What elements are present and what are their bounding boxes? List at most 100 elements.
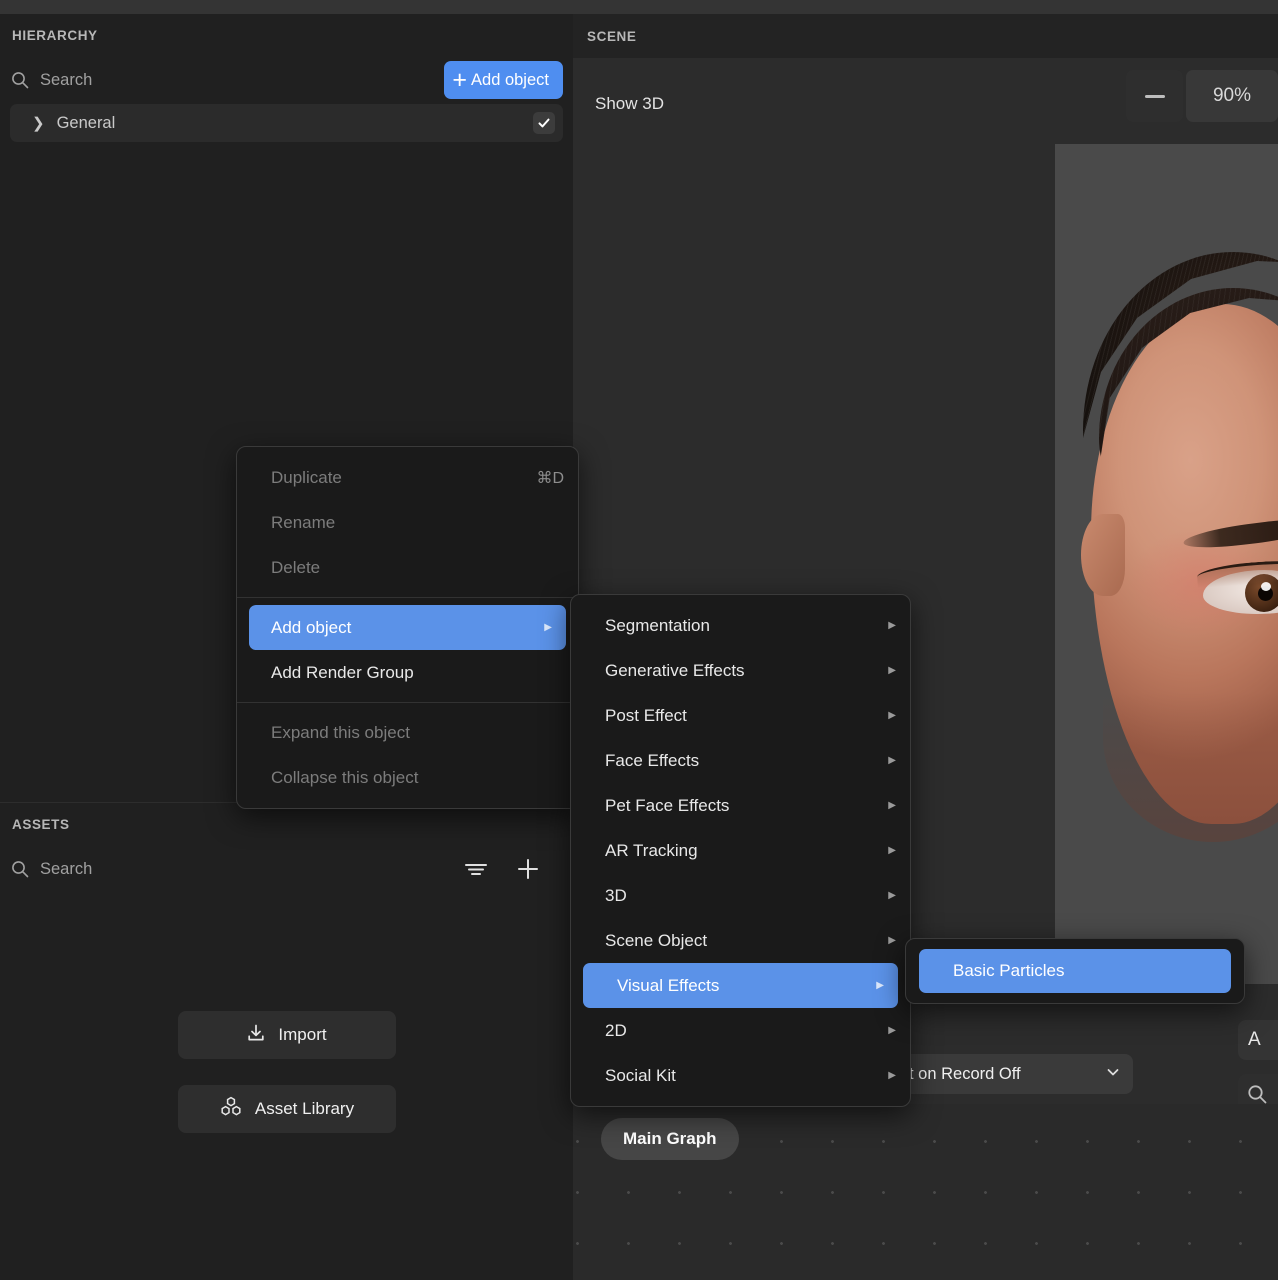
menu-item-label: 2D [605,1020,627,1040]
assets-panel-header: ASSETS [0,803,573,845]
chevron-right-icon: ▶ [888,1069,896,1081]
zoom-controls: 90% [1126,70,1278,122]
hierarchy-context-menu: Duplicate ⌘D Rename Delete Add object ▶ … [236,446,579,809]
download-icon [246,1023,266,1048]
chevron-right-icon: ▶ [888,1024,896,1036]
show-3d-toggle[interactable]: Show 3D [595,94,664,114]
chevron-right-icon: ▶ [544,621,552,633]
plus-icon: + [452,65,468,94]
main-graph-chip[interactable]: Main Graph [601,1118,739,1160]
zoom-level-value[interactable]: 90% [1186,70,1278,122]
asset-library-icon [219,1096,243,1123]
submenu-item-face-effects[interactable]: Face Effects ▶ [571,738,910,783]
menu-item-label: Collapse this object [271,767,419,787]
chevron-right-icon: ▶ [888,619,896,631]
chevron-right-icon: ▶ [888,889,896,901]
submenu-item-scene-object[interactable]: Scene Object ▶ [571,918,910,963]
right-partial-label: A [1248,1029,1261,1050]
submenu-item-social-kit[interactable]: Social Kit ▶ [571,1053,910,1098]
chevron-right-icon: ▶ [876,979,884,991]
menu-item-rename[interactable]: Rename [237,500,578,545]
visual-effects-submenu: Basic Particles [905,938,1245,1004]
menu-separator [237,702,578,703]
search-icon [10,70,30,90]
chevron-right-icon: ▶ [888,664,896,676]
add-object-submenu: Segmentation ▶ Generative Effects ▶ Post… [570,594,911,1107]
preview-canvas[interactable] [1055,144,1278,984]
submenu-item-generative-effects[interactable]: Generative Effects ▶ [571,648,910,693]
menu-item-collapse-this-object[interactable]: Collapse this object [237,755,578,800]
import-button[interactable]: Import [177,1011,396,1059]
menu-item-label: Face Effects [605,750,700,770]
face-preview-image [1081,252,1278,852]
menu-item-add-object[interactable]: Add object ▶ [249,605,566,650]
minus-icon [1144,94,1165,98]
assets-toolbar [463,856,563,882]
menu-item-label: Basic Particles [953,961,1065,980]
menu-item-label: Visual Effects [617,975,720,995]
right-partial-button[interactable]: A [1238,1020,1278,1060]
assets-panel-title: ASSETS [12,816,70,832]
scene-panel-header: SCENE [573,14,1278,58]
jaw-shading [1103,692,1278,842]
asset-library-button-label: Asset Library [254,1099,355,1118]
menu-item-label: Generative Effects [605,660,745,680]
submenu-item-ar-tracking[interactable]: AR Tracking ▶ [571,828,910,873]
record-mode-dropdown[interactable]: t on Record Off [895,1054,1133,1094]
hierarchy-panel-title: HIERARCHY [12,27,98,43]
assets-empty-actions: Import Asset Library [0,1011,573,1133]
submenu-item-visual-effects[interactable]: Visual Effects ▶ [583,963,898,1008]
hierarchy-search-row: Search + Add object [0,56,573,104]
menu-item-label: Add object [271,617,352,637]
menu-item-label: Duplicate [271,467,342,487]
assets-panel: ASSETS Search Import Asset Library [0,802,573,1280]
main-graph-chip-label: Main Graph [623,1129,717,1148]
menu-item-label: 3D [605,885,627,905]
menu-item-label: Scene Object [605,930,708,950]
record-mode-value: t on Record Off [909,1064,1021,1083]
menu-separator [237,597,578,598]
import-button-label: Import [278,1025,327,1044]
filter-icon[interactable] [463,856,489,882]
ear-shape [1081,514,1125,596]
menu-item-label: Expand this object [271,722,410,742]
hierarchy-item-general[interactable]: ❯ General [10,104,563,142]
submenu-item-segmentation[interactable]: Segmentation ▶ [571,603,910,648]
add-asset-icon[interactable] [515,856,541,882]
hierarchy-tree: ❯ General [0,104,573,142]
menu-item-label: Post Effect [605,705,687,725]
menu-item-add-render-group[interactable]: Add Render Group [237,650,578,695]
chevron-right-icon: ▶ [888,754,896,766]
node-graph-canvas[interactable]: Main Graph [573,1104,1278,1280]
submenu-item-basic-particles[interactable]: Basic Particles [919,949,1231,993]
assets-body: Import Asset Library [0,893,573,1233]
zoom-out-button[interactable] [1126,70,1183,122]
chevron-right-icon[interactable]: ❯ [32,116,45,131]
add-object-button[interactable]: + Add object [444,61,563,99]
chevron-right-icon: ▶ [888,844,896,856]
menu-item-label: Rename [271,512,336,532]
hierarchy-item-label: General [56,113,116,132]
submenu-item-post-effect[interactable]: Post Effect ▶ [571,693,910,738]
asset-library-button[interactable]: Asset Library [177,1085,396,1133]
menu-item-delete[interactable]: Delete [237,545,578,590]
menu-item-label: Segmentation [605,615,710,635]
visibility-checkbox[interactable] [533,112,555,134]
menu-item-label: Add Render Group [271,662,414,682]
menu-item-label: Pet Face Effects [605,795,730,815]
submenu-item-pet-face-effects[interactable]: Pet Face Effects ▶ [571,783,910,828]
app-root: HIERARCHY Search + Add object ❯ General [0,0,1278,1280]
assets-search-input[interactable]: Search [40,860,453,879]
menu-item-duplicate[interactable]: Duplicate ⌘D [237,455,578,500]
submenu-item-3d[interactable]: 3D ▶ [571,873,910,918]
hierarchy-search-input[interactable]: Search [40,71,434,90]
chevron-right-icon: ▶ [888,799,896,811]
menu-item-label: Delete [271,557,321,577]
chevron-down-icon [1105,1064,1121,1085]
add-object-button-label: Add object [471,70,549,89]
menu-item-expand-this-object[interactable]: Expand this object [237,710,578,755]
scene-panel-title: SCENE [587,28,637,44]
submenu-item-2d[interactable]: 2D ▶ [571,1008,910,1053]
menu-item-label: AR Tracking [605,840,698,860]
chevron-right-icon: ▶ [888,709,896,721]
